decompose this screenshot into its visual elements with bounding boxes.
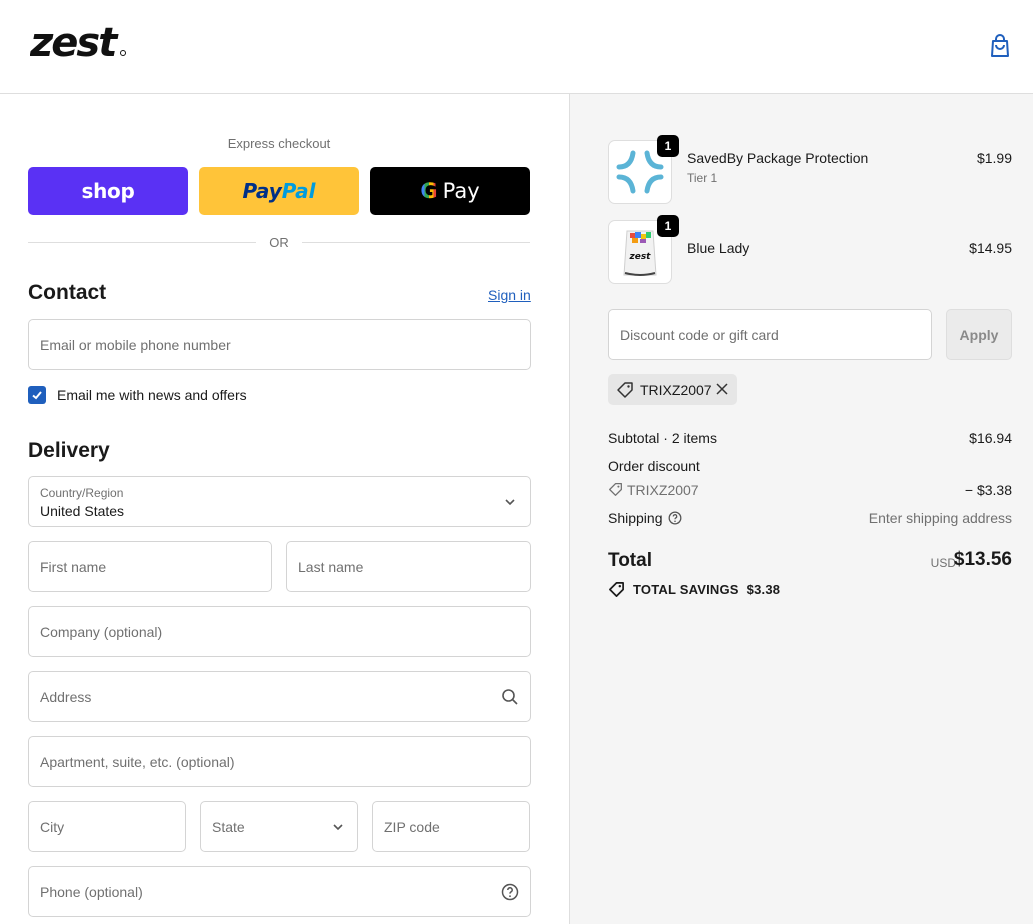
tag-icon: [617, 381, 633, 398]
help-circle-icon[interactable]: [501, 883, 519, 901]
shop-pay-label: shop: [81, 179, 135, 203]
order-discount-row: Order discount: [608, 458, 1012, 476]
order-discount-label: Order discount: [608, 458, 700, 474]
shopping-bag-icon[interactable]: [986, 32, 1014, 60]
cart-item: 1 SavedBy Package Protection Tier 1 $1.9…: [608, 135, 1012, 206]
apartment-field[interactable]: Apartment, suite, etc. (optional): [28, 736, 531, 787]
svg-text:zest: zest: [30, 20, 119, 66]
checkout-form: Express checkout shop Pay Pal G Pay OR Con…: [0, 94, 570, 924]
help-circle-icon[interactable]: [668, 511, 682, 525]
apply-button[interactable]: Apply: [946, 309, 1012, 360]
subtotal-value: $16.94: [969, 430, 1012, 446]
total-savings-value: $3.38: [746, 581, 781, 597]
state-placeholder: State: [212, 819, 245, 835]
address-placeholder: Address: [40, 689, 92, 705]
google-pay-label: Pay: [442, 179, 480, 203]
total-savings-row: TOTAL SAVINGS $3.38: [608, 580, 780, 598]
last-name-placeholder: Last name: [298, 559, 364, 575]
paypal-label-part2: Pal: [281, 179, 316, 203]
company-placeholder: Company (optional): [40, 624, 163, 640]
blue-lady-thumbnail: zest 1: [608, 215, 679, 284]
item-price: $1.99: [976, 150, 1012, 166]
first-name-placeholder: First name: [40, 559, 107, 575]
package-logo-text: zest: [628, 252, 651, 262]
state-select[interactable]: State: [200, 801, 358, 852]
city-field[interactable]: City: [28, 801, 186, 852]
item-name: SavedBy Package Protection: [687, 150, 869, 166]
country-select[interactable]: Country/Region United States: [28, 476, 531, 527]
paypal-label-part1: Pay: [242, 179, 282, 203]
total-savings-label: TOTAL SAVINGS: [633, 581, 739, 597]
package-protection-thumbnail: 1: [608, 135, 679, 204]
order-summary: 1 SavedBy Package Protection Tier 1 $1.9…: [570, 94, 1033, 924]
tag-icon: [608, 482, 623, 497]
zip-placeholder: ZIP code: [384, 819, 440, 835]
discount-value: − $3.38: [964, 482, 1012, 498]
contact-title: Contact: [28, 281, 107, 304]
subtotal-label: Subtotal · 2 items: [608, 430, 717, 446]
newsletter-row: Email me with news and offers: [28, 385, 247, 405]
subtotal-row: Subtotal · 2 items $16.94: [608, 430, 1012, 448]
item-name: Blue Lady: [687, 240, 750, 256]
quantity-badge: 1: [657, 135, 679, 157]
chevron-down-icon: [501, 493, 519, 511]
express-checkout-title: Express checkout: [227, 136, 331, 151]
item-price: $14.95: [969, 240, 1012, 256]
discount-code-row: TRIXZ2007 − $3.38: [608, 482, 1012, 500]
country-label: Country/Region: [40, 486, 124, 500]
or-divider: OR: [28, 234, 530, 250]
email-placeholder: Email or mobile phone number: [40, 337, 231, 353]
discount-placeholder: Discount code or gift card: [620, 327, 779, 343]
zest-logo[interactable]: zest: [30, 18, 130, 72]
newsletter-checkbox[interactable]: [28, 386, 46, 404]
delivery-title: Delivery: [28, 439, 110, 462]
city-placeholder: City: [40, 819, 65, 835]
item-variant: Tier 1: [687, 171, 718, 185]
total-value: $13.56: [953, 549, 1012, 570]
first-name-field[interactable]: First name: [28, 541, 272, 592]
paypal-button[interactable]: Pay Pal: [199, 167, 359, 215]
discount-code-input[interactable]: Discount code or gift card: [608, 309, 932, 360]
cart-item: zest 1 Blue Lady $14.95: [608, 215, 1012, 286]
google-pay-button[interactable]: G Pay: [370, 167, 530, 215]
shipping-row: Shipping Enter shipping address: [608, 510, 1012, 528]
phone-field[interactable]: Phone (optional): [28, 866, 531, 917]
country-value: United States: [40, 503, 125, 519]
total-row: Total USD $13.56: [608, 548, 1012, 574]
shipping-value: Enter shipping address: [868, 510, 1012, 526]
search-icon: [501, 688, 519, 706]
chevron-down-icon: [329, 818, 347, 836]
checkmark-icon: [32, 391, 42, 400]
address-field[interactable]: Address: [28, 671, 531, 722]
last-name-field[interactable]: Last name: [286, 541, 531, 592]
google-g-icon: G: [420, 179, 438, 203]
sign-in-link[interactable]: Sign in: [488, 287, 531, 303]
shop-pay-button[interactable]: shop: [28, 167, 188, 215]
phone-placeholder: Phone (optional): [40, 884, 143, 900]
discount-code-text: TRIXZ2007: [627, 482, 699, 498]
email-field[interactable]: Email or mobile phone number: [28, 319, 531, 370]
apartment-placeholder: Apartment, suite, etc. (optional): [40, 754, 235, 770]
zip-field[interactable]: ZIP code: [372, 801, 530, 852]
total-label: Total: [608, 550, 652, 571]
quantity-badge: 1: [657, 215, 679, 237]
company-field[interactable]: Company (optional): [28, 606, 531, 657]
header: zest: [0, 0, 1033, 94]
currency-code: USD: [930, 556, 956, 570]
shipping-label: Shipping: [608, 510, 663, 526]
newsletter-label: Email me with news and offers: [57, 387, 247, 403]
applied-code-text: TRIXZ2007: [640, 381, 712, 398]
tag-icon: [609, 581, 624, 597]
applied-discount-chip: TRIXZ2007: [608, 374, 737, 405]
close-icon[interactable]: [715, 382, 729, 396]
